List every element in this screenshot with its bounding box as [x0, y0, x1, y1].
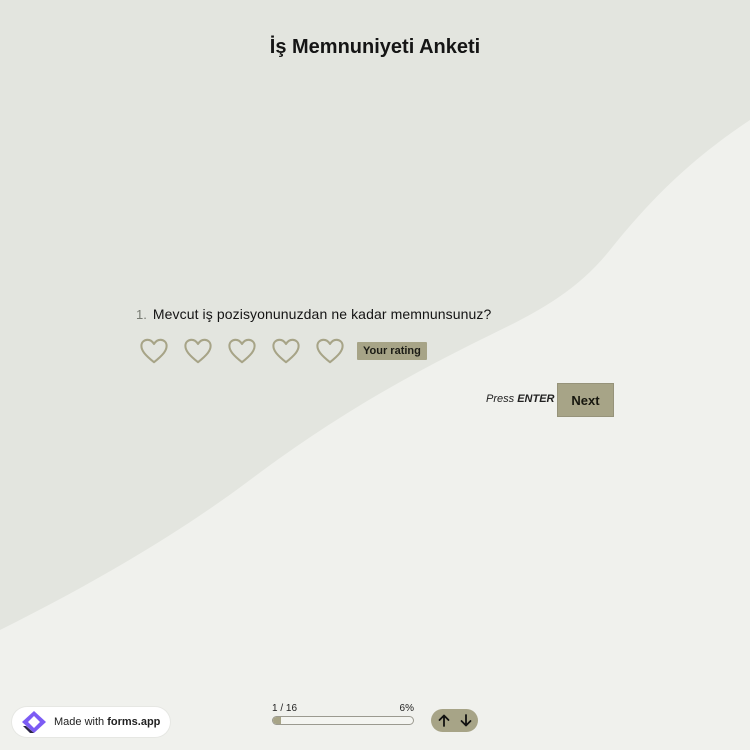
heart-outline-icon[interactable]: [137, 336, 171, 366]
arrow-down-icon[interactable]: [457, 712, 475, 730]
badge-text: Made with forms.app: [54, 716, 161, 728]
made-with-forms-app-badge[interactable]: Made with forms.app: [12, 707, 170, 737]
progress-fill: [273, 717, 282, 724]
question-navigation: [431, 709, 478, 732]
press-enter-hint: Press ENTER: [486, 393, 555, 405]
question-1: 1. Mevcut iş pozisyonunuzdan ne kadar me…: [136, 306, 491, 322]
arrow-up-icon[interactable]: [435, 712, 453, 730]
progress-indicator: 1 / 16 6%: [272, 703, 414, 725]
progress-count: 1 / 16: [272, 703, 298, 714]
heart-rating: Your rating: [137, 336, 427, 366]
background-shapes: [0, 0, 750, 750]
forms-app-logo-icon: [20, 710, 48, 734]
question-text: Mevcut iş pozisyonunuzdan ne kadar memnu…: [152, 306, 492, 322]
next-button[interactable]: Next: [557, 383, 614, 417]
progress-percent: 6%: [399, 703, 414, 714]
progress-bar: [272, 716, 414, 725]
heart-outline-icon[interactable]: [269, 336, 303, 366]
heart-outline-icon[interactable]: [181, 336, 215, 366]
question-number: 1.: [136, 307, 147, 322]
heart-outline-icon[interactable]: [313, 336, 347, 366]
heart-outline-icon[interactable]: [225, 336, 259, 366]
form-title: İş Memnuniyeti Anketi: [269, 36, 481, 58]
your-rating-tag: Your rating: [357, 342, 427, 360]
